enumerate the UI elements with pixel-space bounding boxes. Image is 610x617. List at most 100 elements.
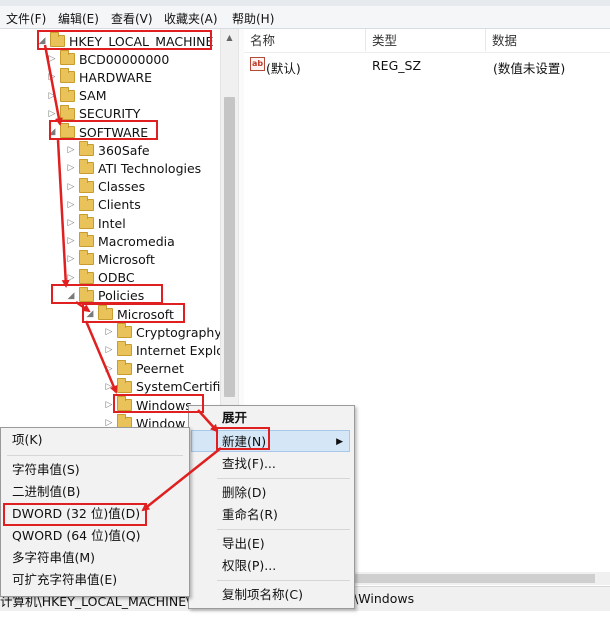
submenu-arrow-icon: ▶ [336, 437, 343, 447]
expand-arrow-icon[interactable]: ▷ [103, 327, 115, 337]
folder-icon [60, 86, 75, 102]
folder-icon [117, 323, 132, 339]
menu-help[interactable]: 帮助(H) [232, 10, 274, 27]
menu-item-rename[interactable]: 重命名(R) [189, 504, 352, 526]
value-type: REG_SZ [372, 58, 422, 73]
tree-node-label: Intel [98, 215, 126, 231]
status-path-right: ft\Windows [345, 591, 415, 606]
tree-node[interactable]: ▷ ATI Technologies [65, 159, 201, 177]
menu-separator [217, 478, 350, 479]
tree-scroll-thumb[interactable] [224, 97, 235, 397]
annotation-box-hklm [37, 30, 212, 50]
folder-icon [79, 159, 94, 175]
folder-icon [60, 68, 75, 84]
expand-arrow-icon[interactable]: ▷ [65, 273, 77, 283]
submenu-item-key[interactable]: 项(K) [1, 429, 187, 451]
expand-arrow-icon[interactable]: ▷ [65, 254, 77, 264]
tree-node[interactable]: ▷ Internet Explo [103, 341, 220, 359]
menu-separator [217, 529, 350, 530]
tree-node-label: Microsoft [98, 251, 155, 267]
expand-arrow-icon[interactable]: ▷ [65, 182, 77, 192]
tree-node-label: HARDWARE [79, 69, 153, 85]
tree-node-label: SAM [79, 88, 107, 104]
column-header-type[interactable]: 类型 [366, 29, 486, 51]
bottom-strip [0, 611, 610, 617]
menu-item-new[interactable]: 新建(N) ▶ [191, 430, 350, 452]
expand-arrow-icon[interactable]: ▷ [103, 345, 115, 355]
folder-icon [79, 232, 94, 248]
tree-node-label: BCD00000000 [79, 51, 170, 67]
menu-item-copy-key-name[interactable]: 复制项名称(C) [189, 584, 352, 606]
list-hscroll-thumb[interactable] [350, 574, 595, 583]
annotation-box-software [49, 120, 158, 140]
value-data: (数值未设置) [493, 61, 566, 76]
submenu-item-expandable-string[interactable]: 可扩充字符串值(E) [1, 569, 187, 591]
menu-item-permissions[interactable]: 权限(P)... [189, 555, 352, 577]
tree-node-label: Macromedia [98, 233, 175, 249]
expand-arrow-icon[interactable]: ▷ [46, 91, 58, 101]
annotation-box-microsoft [82, 303, 185, 323]
folder-icon [79, 214, 94, 229]
list-horizontal-scrollbar[interactable] [338, 572, 610, 585]
tree-node-label: Internet Explo [136, 342, 220, 358]
menu-view[interactable]: 查看(V) [111, 10, 153, 27]
tree-node[interactable]: ▷ Classes [65, 177, 145, 196]
menu-item-delete[interactable]: 删除(D) [189, 482, 352, 504]
menu-item-export[interactable]: 导出(E) [189, 533, 352, 555]
header-divider [244, 52, 610, 53]
string-value-icon: ab [250, 57, 265, 71]
column-header-data[interactable]: 数据 [486, 29, 610, 51]
expand-arrow-icon[interactable]: ▷ [103, 364, 115, 374]
menu-edit[interactable]: 编辑(E) [58, 10, 99, 27]
folder-icon [79, 195, 94, 211]
folder-icon [79, 250, 94, 266]
tree-node[interactable]: ▷ Microsoft [65, 250, 155, 268]
submenu-item-string[interactable]: 字符串值(S) [1, 459, 187, 481]
menu-item-find[interactable]: 查找(F)... [189, 453, 352, 475]
tree-node[interactable]: ▷ Peernet [103, 359, 184, 378]
expand-arrow-icon[interactable]: ▷ [65, 145, 77, 155]
folder-icon [117, 359, 132, 375]
folder-icon [79, 177, 94, 193]
submenu-item-qword[interactable]: QWORD (64 位)值(Q) [1, 525, 187, 547]
expand-arrow-icon[interactable]: ▷ [46, 109, 58, 119]
expand-arrow-icon[interactable]: ▷ [103, 382, 115, 392]
annotation-box-dword [3, 503, 147, 526]
menu-file[interactable]: 文件(F) [6, 10, 46, 27]
expand-arrow-icon[interactable]: ▷ [46, 54, 58, 64]
tree-node-label: ODBC [98, 270, 135, 286]
submenu-item-multi-string[interactable]: 多字符串值(M) [1, 547, 187, 569]
tree-node[interactable]: ▷ Intel [65, 214, 126, 232]
tree-node[interactable]: ▷ Clients [65, 195, 141, 214]
tree-node[interactable]: ▷ HARDWARE [46, 68, 152, 86]
folder-icon [79, 268, 94, 284]
expand-arrow-icon[interactable]: ▷ [65, 218, 77, 228]
menu-separator [7, 455, 183, 456]
expand-arrow-icon[interactable]: ▷ [65, 163, 77, 173]
tree-node[interactable]: ▷ Macromedia [65, 232, 175, 250]
tree-node-label: ATI Technologies [98, 160, 202, 176]
tree-node[interactable]: ▷ SAM [46, 86, 107, 105]
submenu-item-binary[interactable]: 二进制值(B) [1, 481, 187, 503]
menu-bar: 文件(F) 编辑(E) 查看(V) 收藏夹(A) 帮助(H) [0, 6, 610, 29]
menu-favorites[interactable]: 收藏夹(A) [164, 10, 218, 27]
expand-arrow-icon[interactable]: ▷ [46, 72, 58, 82]
tree-node-label: Cryptography [136, 324, 220, 340]
expand-arrow-icon[interactable]: ▷ [65, 200, 77, 210]
folder-icon [60, 104, 75, 120]
tree-node-label: 360Safe [98, 142, 150, 158]
value-name-default[interactable]: (默认) [266, 58, 301, 77]
folder-icon [79, 141, 94, 157]
column-header-name[interactable]: 名称 [244, 29, 366, 51]
annotation-box-windows [113, 394, 204, 413]
expand-arrow-icon[interactable]: ▷ [65, 236, 77, 246]
folder-icon [60, 50, 75, 66]
scroll-up-arrow-icon[interactable]: ▲ [221, 29, 238, 46]
annotation-box-policies [51, 284, 163, 304]
menu-separator [217, 580, 350, 581]
menu-item-expand[interactable]: 展开 [189, 407, 352, 429]
tree-node[interactable]: ▷ Cryptography [103, 323, 220, 341]
folder-icon [117, 341, 132, 357]
tree-node[interactable]: ▷ 360Safe [65, 141, 150, 159]
tree-node[interactable]: ▷ BCD00000000 [46, 50, 169, 68]
